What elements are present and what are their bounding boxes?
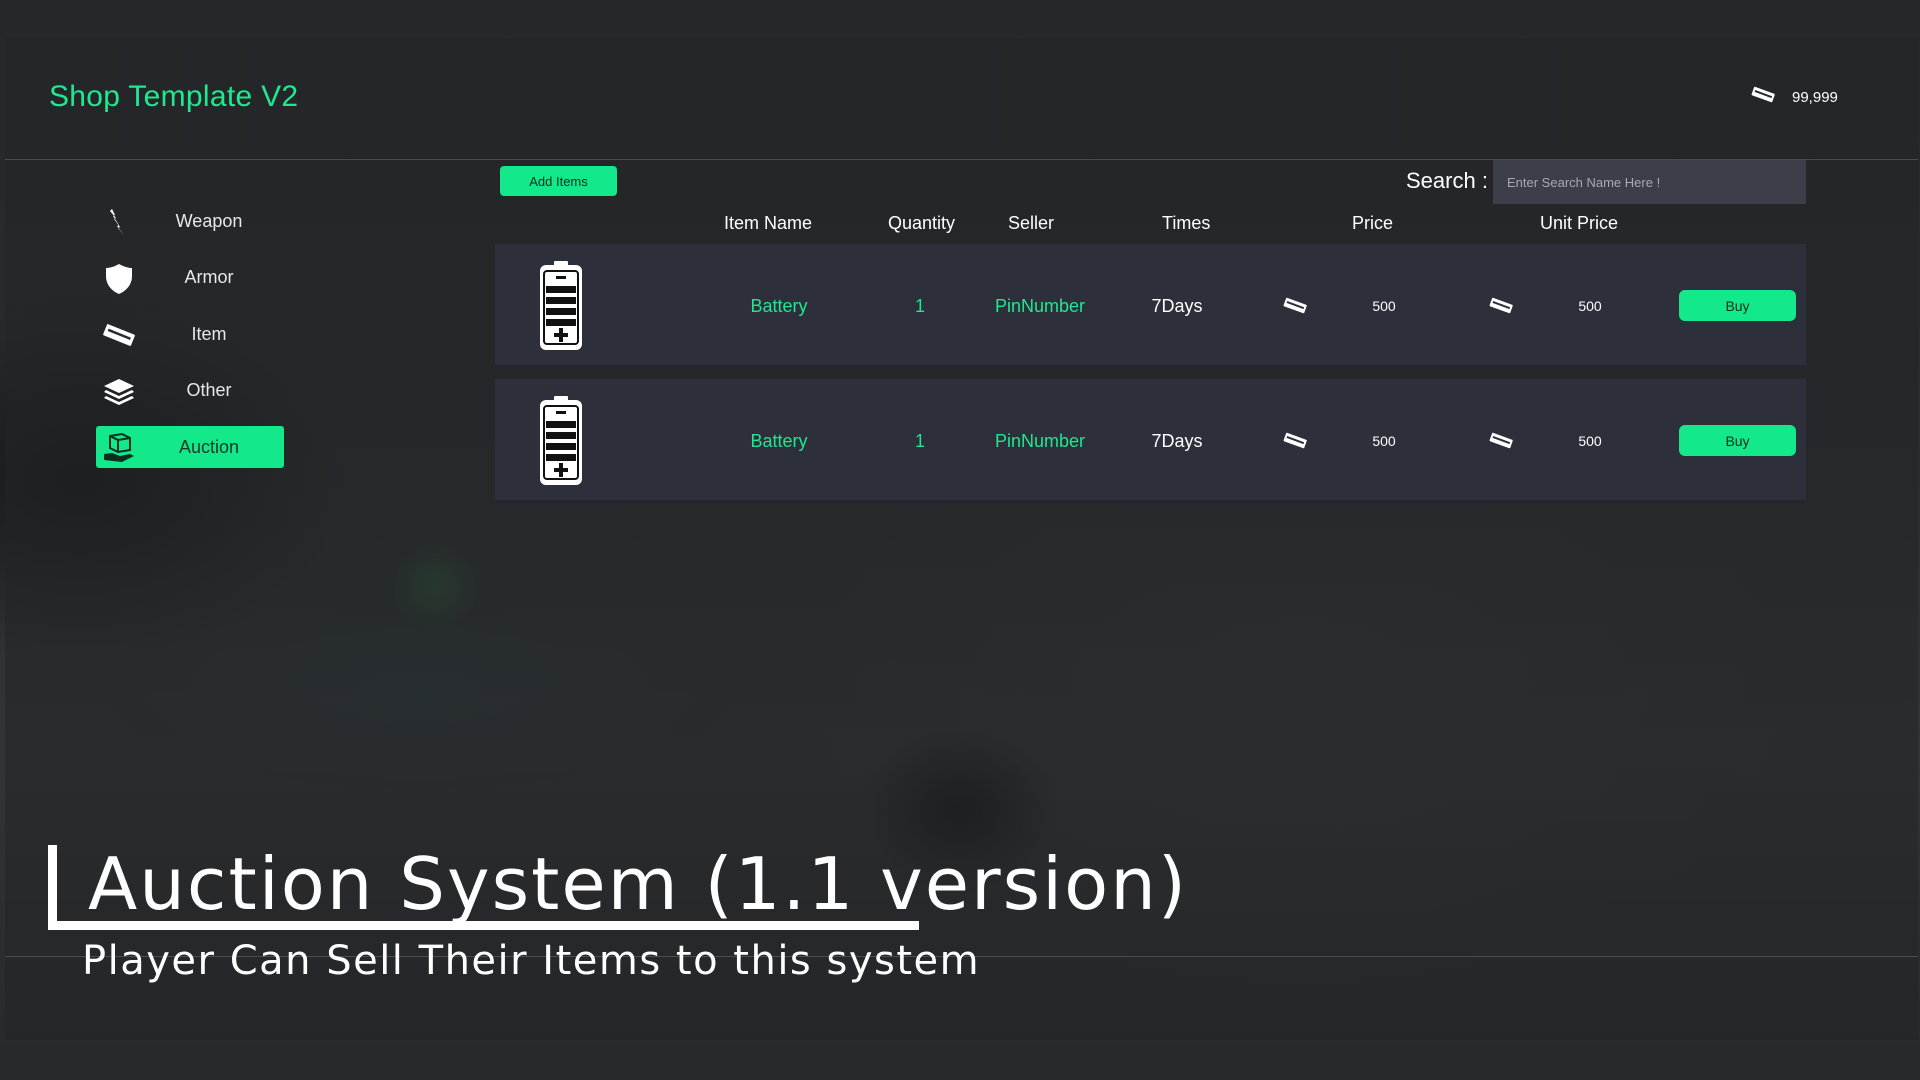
- quantity-value: 1: [914, 295, 925, 316]
- seller-name: PinNumber: [994, 295, 1086, 316]
- search-label: Search :: [1406, 168, 1488, 193]
- unit-price-value: 500: [1578, 433, 1602, 449]
- money-icon: [1273, 379, 1317, 503]
- item-name: Battery: [750, 295, 808, 316]
- seller-name: PinNumber: [994, 430, 1086, 451]
- column-header-times: Times: [1162, 213, 1211, 233]
- price-value: 500: [1372, 298, 1396, 314]
- times-value: 7Days: [1151, 430, 1203, 451]
- search-input[interactable]: [1493, 160, 1806, 204]
- app-title: Shop Template V2: [49, 80, 299, 113]
- money-icon: [1479, 379, 1523, 503]
- sidebar-item-label: Item: [191, 323, 227, 344]
- buy-button[interactable]: Buy: [1679, 425, 1796, 456]
- promo-bracket-vertical: [48, 845, 57, 930]
- promo-subtitle: Player Can Sell Their Items to this syst…: [82, 938, 981, 984]
- add-items-button[interactable]: Add Items: [500, 166, 617, 196]
- sidebar-item-armor[interactable]: Armor: [96, 257, 284, 299]
- battery-icon: [535, 244, 587, 368]
- column-header-item-name: Item Name: [724, 213, 813, 233]
- sidebar-item-label: Other: [186, 380, 232, 400]
- money-icon: [1750, 86, 1776, 109]
- wallet-balance: 99,999: [1750, 86, 1838, 109]
- category-sidebar: Weapon Armor Item Other Auction: [96, 200, 284, 483]
- column-header-quantity: Quantity: [888, 213, 956, 233]
- column-header-unit-price: Unit Price: [1540, 213, 1619, 233]
- unit-price-value: 500: [1578, 298, 1602, 314]
- price-value: 500: [1372, 433, 1396, 449]
- column-header-price: Price: [1352, 213, 1394, 233]
- sidebar-item-label: Armor: [184, 267, 234, 287]
- balance-value: 99,999: [1792, 89, 1838, 106]
- sidebar-item-label: Auction: [178, 436, 240, 457]
- sidebar-item-label: Weapon: [175, 210, 243, 231]
- column-header-seller: Seller: [1008, 213, 1055, 233]
- table-row: Battery 1 PinNumber 7Days 500 500 Buy: [495, 379, 1806, 503]
- sidebar-item-item[interactable]: Item: [96, 313, 284, 355]
- item-name: Battery: [750, 430, 808, 451]
- promo-title: Auction System (1.1 version): [88, 842, 1188, 926]
- sidebar-item-weapon[interactable]: Weapon: [96, 200, 284, 242]
- buy-button[interactable]: Buy: [1679, 290, 1796, 321]
- sidebar-item-other[interactable]: Other: [96, 370, 284, 412]
- table-row: Battery 1 PinNumber 7Days 500 500 Buy: [495, 244, 1806, 368]
- battery-icon: [535, 379, 587, 503]
- money-icon: [1273, 244, 1317, 368]
- sidebar-item-auction[interactable]: Auction: [96, 426, 284, 468]
- times-value: 7Days: [1151, 295, 1203, 316]
- quantity-value: 1: [914, 430, 925, 451]
- money-icon: [1479, 244, 1523, 368]
